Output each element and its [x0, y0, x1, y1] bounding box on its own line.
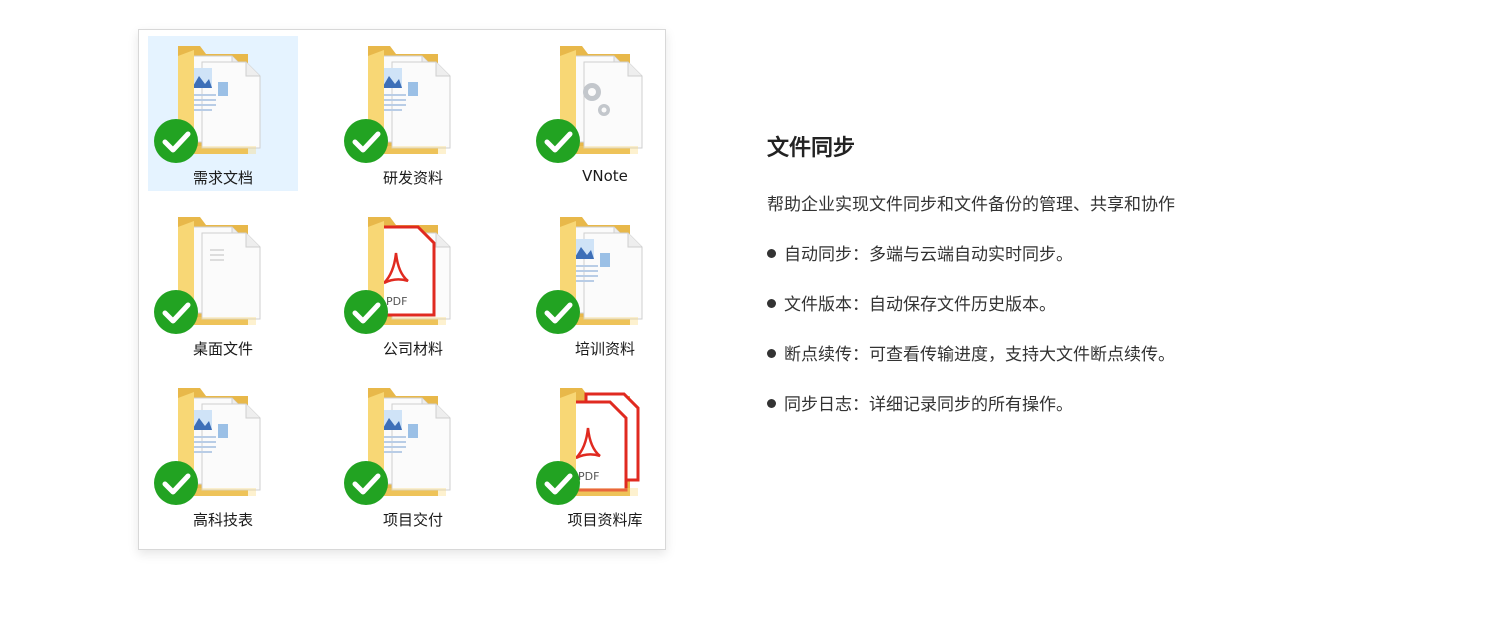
feature-bullet: 自动同步：多端与云端自动实时同步。 — [767, 242, 1427, 268]
svg-text:PDF: PDF — [578, 470, 599, 483]
feature-bullet-text: 自动同步：多端与云端自动实时同步。 — [784, 245, 1073, 265]
feature-description: 文件同步 帮助企业实现文件同步和文件备份的管理、共享和协作 自动同步：多端与云端… — [767, 132, 1427, 442]
bullet-dot-icon — [767, 298, 776, 308]
folder-name: 公司材料 — [382, 340, 443, 358]
folder-item[interactable]: VNote — [530, 36, 680, 191]
folder-item[interactable]: 桌面文件 — [148, 207, 298, 362]
folder-item[interactable]: 研发资料 — [338, 36, 488, 191]
sync-complete-check-icon — [344, 461, 388, 505]
folder-item[interactable]: 需求文档 — [148, 36, 298, 191]
sync-complete-check-icon — [154, 119, 198, 163]
sync-complete-check-icon — [536, 119, 580, 163]
feature-bullet-list: 自动同步：多端与云端自动实时同步。 文件版本：自动保存文件历史版本。 断点续传：… — [767, 242, 1427, 418]
sync-complete-check-icon — [154, 461, 198, 505]
feature-summary: 帮助企业实现文件同步和文件备份的管理、共享和协作 — [767, 195, 1175, 215]
feature-bullet-text: 文件版本：自动保存文件历史版本。 — [784, 295, 1056, 315]
folder-item[interactable]: 项目交付 — [338, 378, 488, 533]
feature-bullet-text: 同步日志：详细记录同步的所有操作。 — [784, 395, 1073, 415]
feature-bullet: 断点续传：可查看传输进度，支持大文件断点续传。 — [767, 342, 1427, 368]
folder-item[interactable]: PDF 项目资料库 — [530, 378, 680, 533]
sync-complete-check-icon — [344, 290, 388, 334]
folder-item[interactable]: PDF 公司材料 — [338, 207, 488, 362]
feature-bullet-text: 断点续传：可查看传输进度，支持大文件断点续传。 — [784, 345, 1175, 365]
bullet-dot-icon — [767, 248, 776, 258]
svg-text:PDF: PDF — [386, 295, 407, 308]
synced-folders-panel: 需求文档 研发资料 VNote 桌面文件 PDF 公司材料 培训资料高科技表 项目交付 PDF 项… — [138, 29, 666, 550]
folder-item[interactable]: 高科技表 — [148, 378, 298, 533]
feature-bullet: 同步日志：详细记录同步的所有操作。 — [767, 392, 1427, 418]
sync-complete-check-icon — [154, 290, 198, 334]
folder-name: 研发资料 — [382, 169, 443, 187]
sync-complete-check-icon — [536, 290, 580, 334]
bullet-dot-icon — [767, 398, 776, 408]
feature-bullet: 文件版本：自动保存文件历史版本。 — [767, 292, 1427, 318]
folder-name: 培训资料 — [574, 340, 635, 358]
folder-name: 桌面文件 — [192, 340, 253, 358]
folder-name: 高科技表 — [192, 511, 253, 529]
bullet-dot-icon — [767, 348, 776, 358]
folder-grid: 需求文档 研发资料 VNote 桌面文件 PDF 公司材料 培训资料高科技表 项目交付 PDF 项… — [139, 30, 665, 549]
folder-name: VNote — [582, 167, 628, 185]
folder-name: 项目资料库 — [567, 511, 643, 529]
sync-complete-check-icon — [536, 461, 580, 505]
feature-title: 文件同步 — [767, 136, 856, 161]
sync-complete-check-icon — [344, 119, 388, 163]
folder-name: 项目交付 — [382, 511, 443, 529]
folder-name: 需求文档 — [192, 169, 253, 187]
folder-item[interactable]: 培训资料 — [530, 207, 680, 362]
